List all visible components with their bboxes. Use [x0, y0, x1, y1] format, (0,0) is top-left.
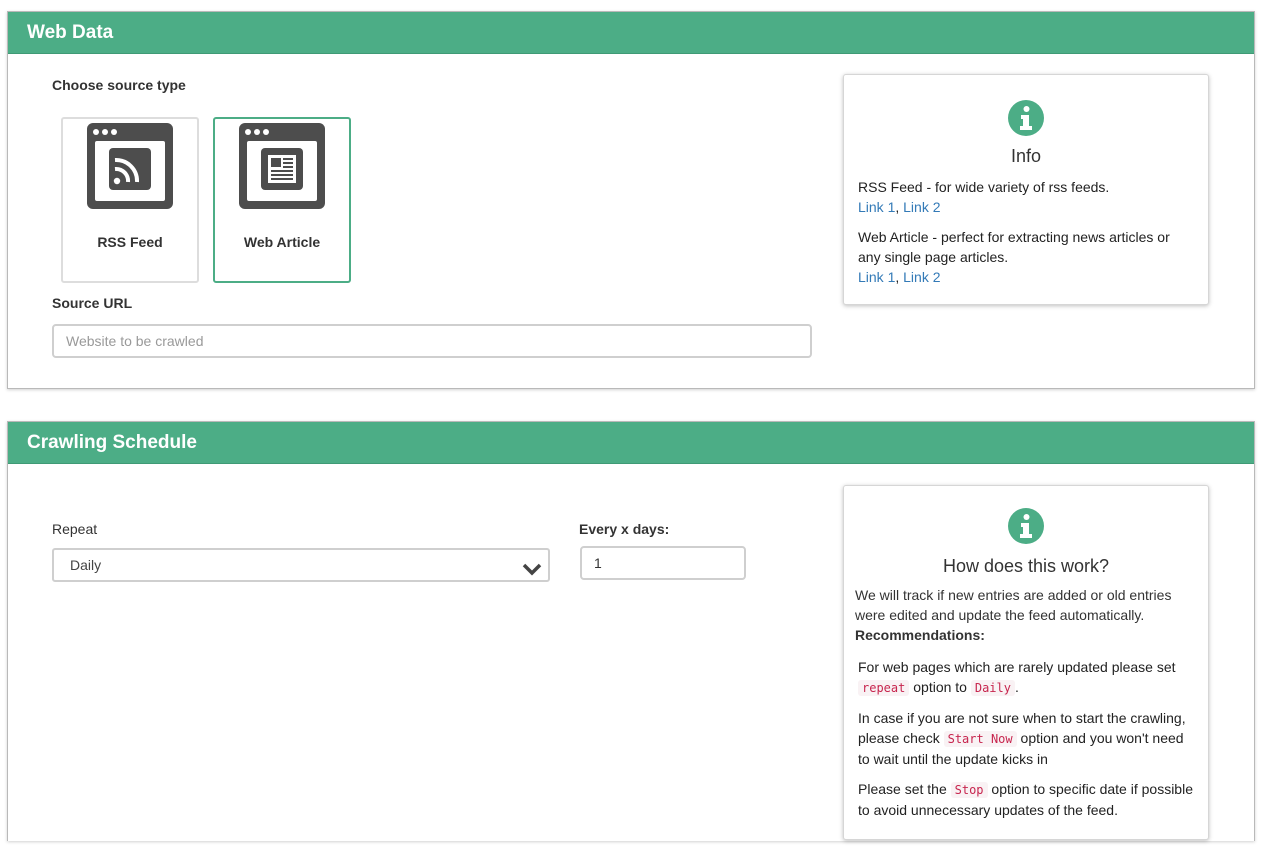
link-separator: ,: [895, 269, 900, 285]
rec-text: option to: [913, 679, 967, 695]
source-url-input[interactable]: [52, 324, 812, 358]
crawling-schedule-panel: Crawling Schedule Repeat Daily Every x d…: [7, 421, 1255, 841]
rec-code: Start Now: [943, 731, 1017, 747]
source-card-label: RSS Feed: [97, 234, 163, 250]
chevron-down-icon: [522, 557, 542, 576]
choose-source-label: Choose source type: [52, 77, 186, 93]
schedule-info-box: How does this work? We will track if new…: [843, 485, 1209, 840]
rec-code: repeat: [858, 680, 910, 696]
recommendation-3: Please set the Stop option to specific d…: [858, 779, 1194, 820]
article-links: Link 1, Link 2: [858, 267, 1194, 287]
web-data-panel: Web Data Choose source type RSS Feed Web…: [7, 11, 1255, 389]
rss-link-1[interactable]: Link 1: [858, 199, 895, 215]
source-card-label: Web Article: [243, 234, 321, 250]
repeat-selected-value: Daily: [70, 557, 102, 573]
rss-info-text: RSS Feed - for wide variety of rss feeds…: [858, 179, 1110, 195]
source-card-rss-feed[interactable]: RSS Feed: [61, 117, 199, 283]
info-icon: [844, 99, 1208, 140]
recommendation-2: In case if you are not sure when to star…: [858, 708, 1194, 769]
rec-code: Daily: [970, 680, 1015, 696]
info-icon: [844, 507, 1208, 548]
repeat-label: Repeat: [52, 521, 98, 537]
article-info-text: Web Article - perfect for extracting new…: [858, 229, 1170, 265]
web-data-header: Web Data: [8, 12, 1254, 54]
recommendations-label: Recommendations:: [855, 627, 985, 643]
rec-code: Stop: [950, 782, 988, 798]
source-info-box: Info RSS Feed - for wide variety of rss …: [843, 74, 1209, 305]
every-x-days-input[interactable]: [580, 546, 746, 580]
source-url-label: Source URL: [52, 295, 133, 311]
rss-icon: [87, 123, 173, 209]
rss-link-2[interactable]: Link 2: [903, 199, 940, 215]
article-link-1[interactable]: Link 1: [858, 269, 895, 285]
source-card-web-article[interactable]: Web Article: [213, 117, 351, 283]
rec-text: For web pages which are rarely updated p…: [858, 659, 1176, 675]
article-link-2[interactable]: Link 2: [903, 269, 940, 285]
crawling-schedule-header: Crawling Schedule: [8, 422, 1254, 464]
every-x-days-label: Every x days:: [579, 521, 670, 537]
rec-text: Please set the: [858, 781, 947, 797]
repeat-select[interactable]: Daily: [52, 548, 550, 582]
recommendation-1: For web pages which are rarely updated p…: [858, 657, 1194, 698]
rss-links: Link 1, Link 2: [858, 197, 1194, 217]
link-separator: ,: [895, 199, 900, 215]
newspaper-icon: [239, 123, 325, 209]
info-title: Info: [1010, 146, 1042, 166]
rec-text: .: [1014, 679, 1019, 695]
how-it-works-title: How does this work?: [942, 556, 1110, 576]
how-it-works-intro: We will track if new entries are added o…: [855, 587, 1172, 623]
